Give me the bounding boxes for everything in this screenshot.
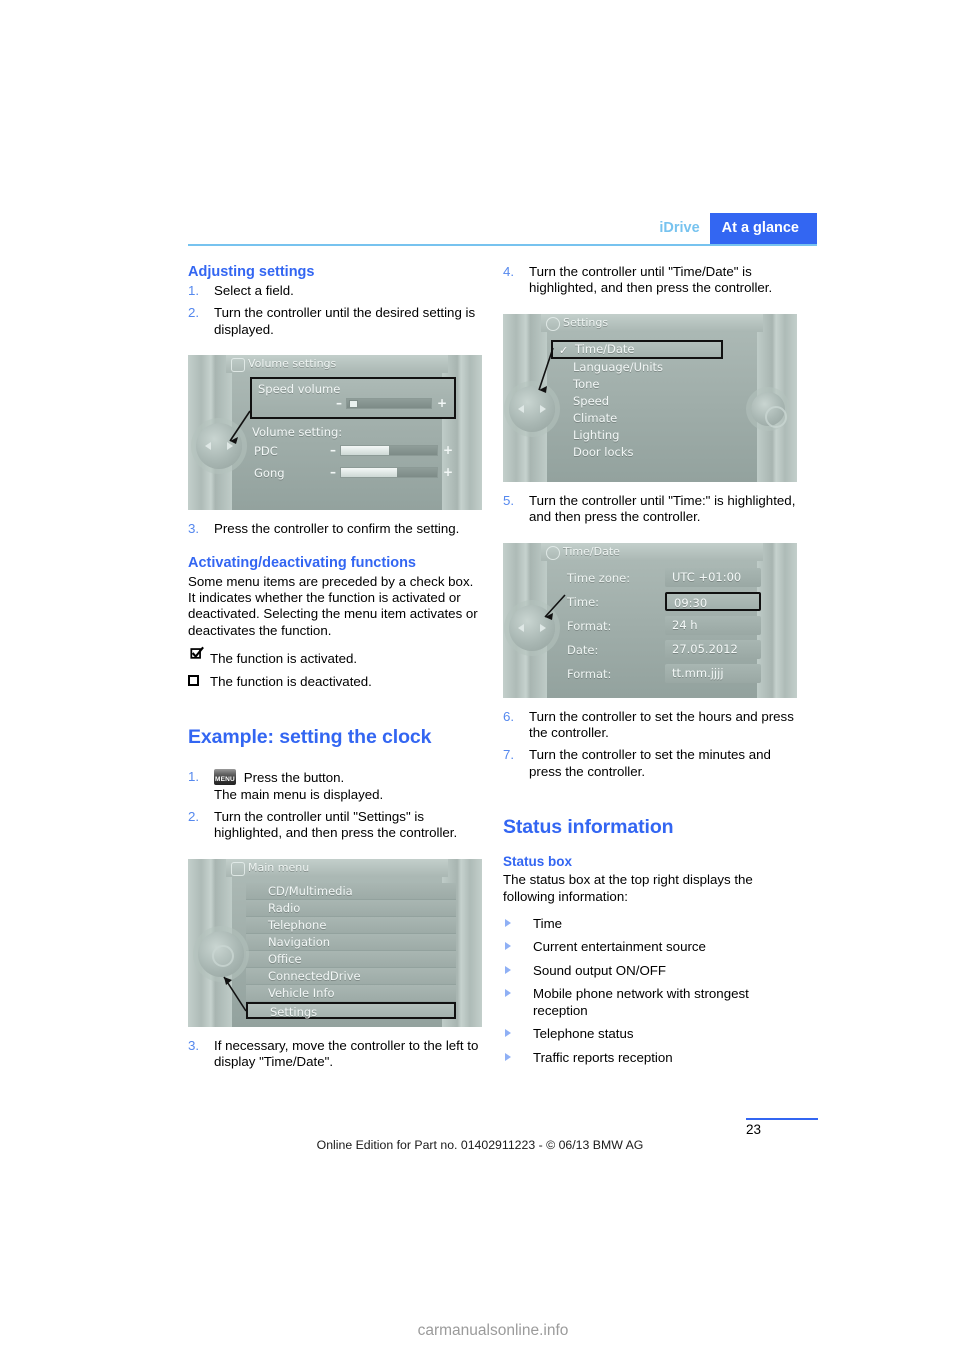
header-divider — [188, 244, 817, 246]
step4-list: 4. Turn the controller until "Time/Date"… — [503, 264, 797, 297]
step-number: 2. — [188, 809, 200, 825]
heading-status-box: Status box — [503, 854, 573, 870]
bullet-text: Time — [533, 916, 563, 932]
menu-button-label: MENU — [215, 776, 235, 784]
legend-deactivated: The function is deactivated. — [188, 673, 482, 690]
left-column: Adjusting settings 1. Select a field. 2.… — [188, 264, 482, 1077]
page-number: 23 — [746, 1122, 762, 1137]
leader-line — [229, 410, 251, 445]
triangle-bullet-icon — [505, 965, 511, 974]
page-header: iDrive At a glance — [188, 213, 817, 245]
step-text: Turn the controller until "Time:" is hig… — [529, 492, 796, 525]
triangle-bullet-icon — [505, 1052, 511, 1061]
triangle-bullet-icon — [505, 919, 511, 928]
figure-time-date: Time/Date Time zone: UTC +01:00 Time: 09… — [503, 542, 797, 698]
list-item: 5. Turn the controller until "Time:" is … — [503, 493, 797, 526]
example-clock-step-list: 1. MENU Press the button. The main menu … — [188, 769, 482, 842]
footer-edition-note: Online Edition for Part no. 01402911223 … — [316, 1138, 644, 1152]
bullet-text: Telephone status — [533, 1026, 634, 1042]
step-text: Turn the controller until the desired se… — [214, 305, 476, 337]
status-box-bullet-list: Time Current entertainment source Sound … — [503, 916, 797, 1066]
breadcrumb-chapter: iDrive — [659, 220, 700, 236]
figure-settings: Settings ✓ Time/Date Language/Units Tone… — [503, 313, 797, 482]
bullet-text: Mobile phone network with strongest rece… — [533, 986, 749, 1018]
legend-activated-text: The function is activated. — [210, 651, 358, 667]
heading-status-information: Status information — [503, 816, 674, 839]
list-item: Current entertainment source — [503, 939, 797, 955]
example-clock-step3-list: 3. If necessary, move the controller to … — [188, 1038, 482, 1071]
heading-adjusting-settings: Adjusting settings — [188, 264, 315, 280]
step-number: 7. — [503, 747, 515, 763]
step3-list: 3. Press the controller to confirm the s… — [188, 521, 482, 537]
breadcrumb-section: At a glance — [709, 213, 817, 244]
bullet-text: Sound output ON/OFF — [533, 962, 667, 978]
adjusting-settings-step-list: 1. Select a field. 2. Turn the controlle… — [188, 283, 482, 338]
bullet-text: Current entertainment source — [533, 939, 706, 955]
triangle-bullet-icon — [505, 989, 511, 998]
checkbox-checked-icon — [190, 646, 204, 659]
step5-list: 5. Turn the controller until "Time:" is … — [503, 493, 797, 526]
step67-list: 6. Turn the controller to set the hours … — [503, 709, 797, 781]
activating-paragraph: Some menu items are preceded by a check … — [188, 573, 478, 638]
watermark: carmanualsonline.info — [0, 1322, 960, 1340]
step-text: Select a field. — [214, 283, 294, 298]
right-column: 4. Turn the controller until "Time/Date"… — [503, 264, 797, 1073]
page-number-divider — [746, 1118, 818, 1120]
list-item: Telephone status — [503, 1026, 797, 1042]
heading-activating-functions: Activating/deactivating functions — [188, 554, 416, 571]
figure-volume-settings: Volume settings Speed volume – + Volume … — [188, 355, 482, 511]
status-box-paragraph: The status box at the top right displays… — [503, 872, 753, 904]
step-number: 2. — [188, 305, 200, 321]
menu-button-icon[interactable]: MENU — [214, 769, 236, 786]
list-item: 6. Turn the controller to set the hours … — [503, 709, 797, 742]
leader-line — [538, 347, 554, 393]
step-number: 6. — [503, 708, 515, 724]
figure-main-menu: Main menu CD/Multimedia Radio Telephone … — [188, 858, 482, 1027]
list-item: Mobile phone network with strongest rece… — [503, 986, 797, 1019]
bullet-text: Traffic reports reception — [533, 1049, 673, 1065]
step-text: Turn the controller to set the hours and… — [529, 708, 794, 741]
step-text: Turn the controller until "Settings" is … — [214, 809, 458, 841]
list-item: 7. Turn the controller to set the minute… — [503, 747, 797, 780]
leader-line — [223, 976, 247, 1012]
step-text: Press the button. — [243, 770, 345, 786]
step-text: If necessary, move the controller to the… — [214, 1037, 479, 1070]
list-item: 2. Turn the controller until "Settings" … — [188, 809, 482, 842]
step-number: 4. — [503, 264, 515, 279]
list-item: 1. MENU Press the button. The main menu … — [188, 769, 482, 803]
step-subtext: The main menu is displayed. — [214, 786, 384, 802]
checkbox-unchecked-icon — [188, 675, 199, 687]
heading-example-setting-clock: Example: setting the clock — [188, 726, 432, 749]
step-text: Turn the controller until "Time/Date" is… — [529, 264, 773, 296]
header-tabs: iDrive At a glance — [659, 213, 817, 244]
list-item: 4. Turn the controller until "Time/Date"… — [503, 264, 797, 297]
list-item: Traffic reports reception — [503, 1050, 797, 1066]
step-number: 1. — [188, 769, 200, 785]
watermark-text: carmanualsonline.info — [417, 1322, 569, 1339]
list-item: 1. Select a field. — [188, 283, 482, 299]
step-text: Press the controller to confirm the sett… — [214, 521, 460, 537]
step-number: 5. — [503, 492, 515, 508]
triangle-bullet-icon — [505, 942, 511, 951]
legend-activated: The function is activated. — [188, 646, 482, 667]
list-item: 2. Turn the controller until the desired… — [188, 305, 482, 338]
leader-line — [544, 594, 566, 620]
step-number: 3. — [188, 1037, 200, 1053]
list-item: 3. Press the controller to confirm the s… — [188, 521, 482, 537]
step-text: Turn the controller to set the minutes a… — [529, 747, 771, 779]
triangle-bullet-icon — [505, 1029, 511, 1038]
list-item: Sound output ON/OFF — [503, 963, 797, 979]
step-number: 3. — [188, 521, 200, 537]
list-item: Time — [503, 916, 797, 932]
legend-deactivated-text: The function is deactivated. — [210, 674, 372, 690]
list-item: 3. If necessary, move the controller to … — [188, 1038, 482, 1071]
step-number: 1. — [188, 283, 200, 298]
